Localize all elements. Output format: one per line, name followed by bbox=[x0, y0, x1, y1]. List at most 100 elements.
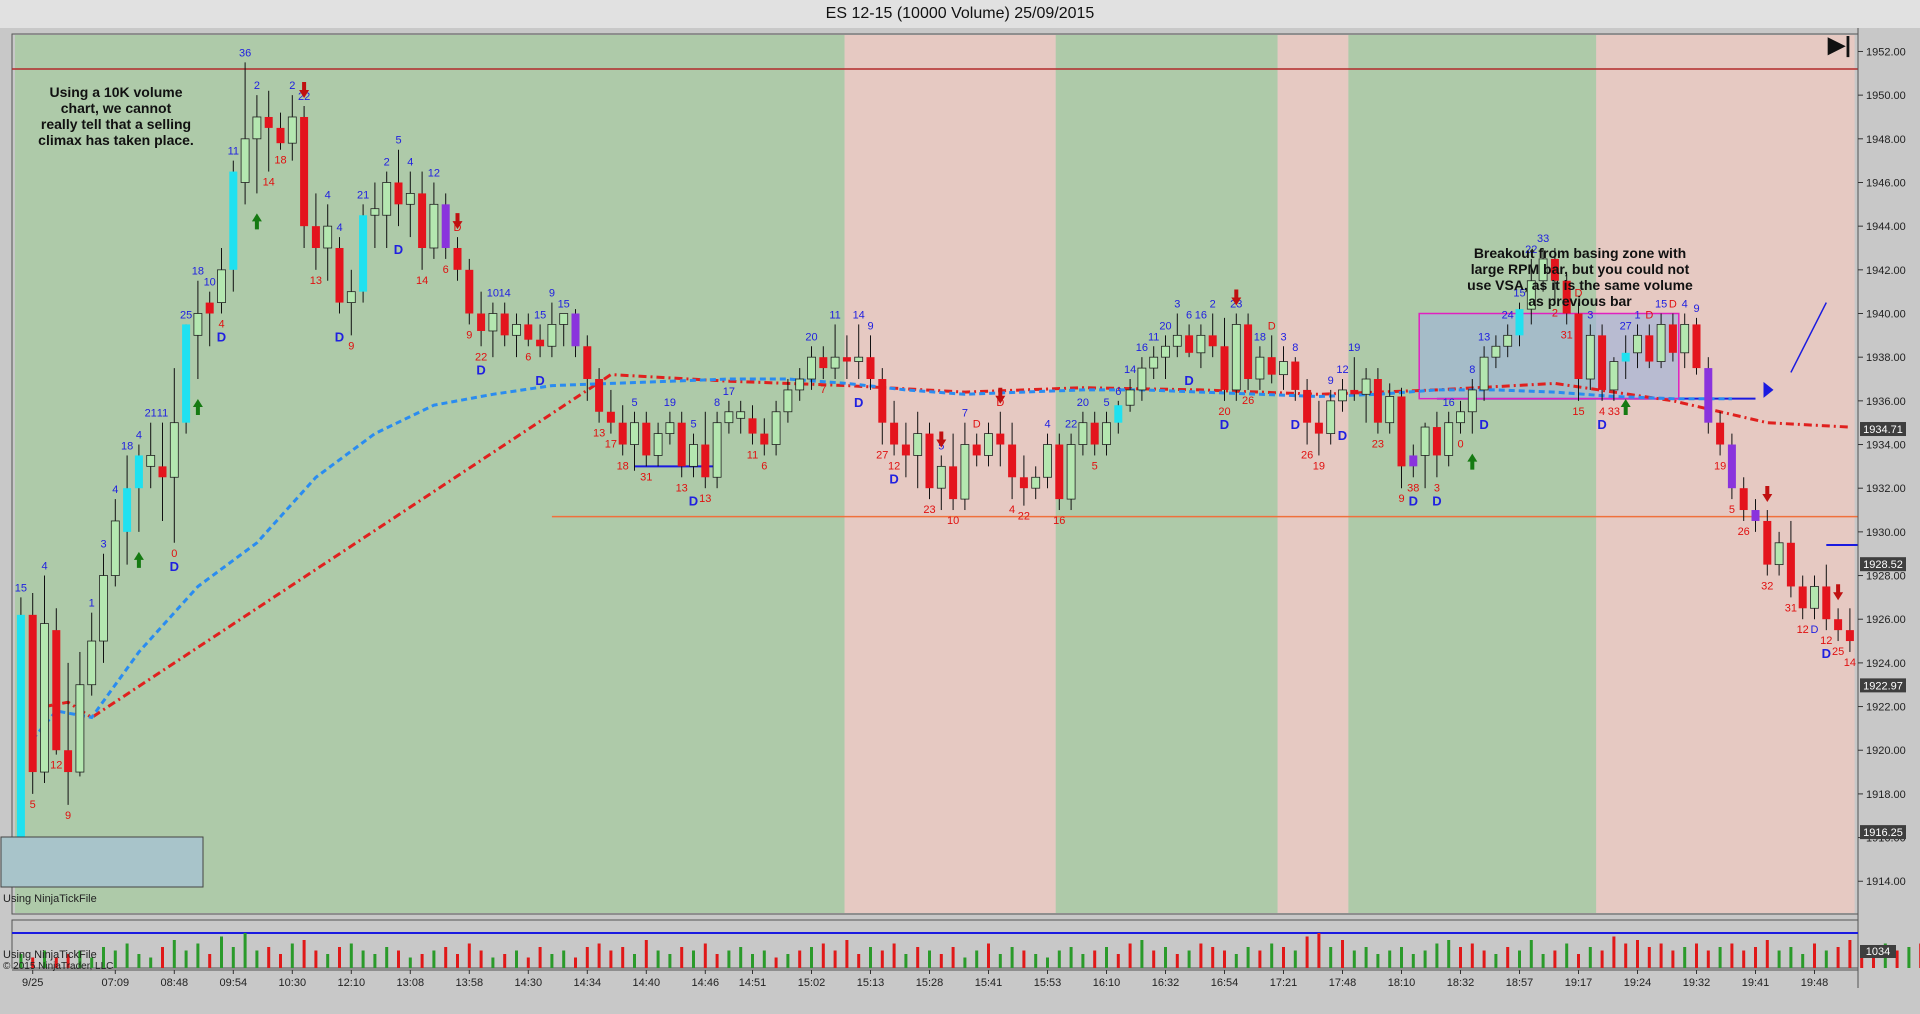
bar-label-top: D bbox=[973, 419, 981, 431]
bar-label-top: 11 bbox=[1148, 331, 1159, 343]
session-zone bbox=[1277, 35, 1349, 913]
volume-bar bbox=[149, 957, 153, 968]
time-tick-label: 15:28 bbox=[916, 977, 944, 989]
time-tick-label: 18:32 bbox=[1447, 977, 1475, 989]
bar-label-top: 5 bbox=[395, 135, 401, 147]
volume-bar bbox=[420, 954, 424, 968]
candle-body bbox=[1585, 334, 1595, 380]
time-tick-label: 14:30 bbox=[515, 977, 543, 989]
candle-body bbox=[1668, 324, 1677, 353]
time-tick-label: 07:09 bbox=[102, 977, 130, 989]
volume-bar bbox=[1211, 947, 1215, 968]
volume-bar bbox=[349, 943, 353, 968]
bar-label-top: 12 bbox=[1336, 364, 1348, 376]
candle-body bbox=[890, 422, 899, 445]
bar-label-top: 8 bbox=[714, 397, 720, 409]
volume-bar bbox=[963, 957, 967, 968]
price-tick-label: 1944.00 bbox=[1866, 221, 1906, 233]
price-tag-label: 1928.52 bbox=[1863, 559, 1903, 571]
bar-label-top: 3 bbox=[1280, 331, 1286, 343]
candle-body bbox=[1102, 422, 1111, 445]
signal-d-label: D bbox=[394, 242, 403, 257]
bar-label-bottom: 26 bbox=[1738, 526, 1750, 538]
volume-bar bbox=[255, 950, 259, 968]
bar-label-bottom: D bbox=[1811, 624, 1819, 636]
candle-body bbox=[1432, 427, 1441, 456]
bar-label-bottom: 31 bbox=[640, 471, 652, 483]
signal-d-label: D bbox=[1432, 493, 1441, 508]
candle-body bbox=[524, 324, 533, 340]
volume-bar bbox=[1057, 950, 1061, 968]
price-tick-label: 1928.00 bbox=[1866, 571, 1906, 583]
bar-label-top: 16 bbox=[1443, 397, 1455, 409]
bar-label-bottom: 5 bbox=[1729, 504, 1735, 516]
price-tick-label: 1934.00 bbox=[1866, 440, 1906, 452]
candle-body bbox=[346, 291, 356, 303]
candle-body bbox=[1798, 586, 1807, 609]
signal-d-label: D bbox=[476, 362, 485, 377]
candle-body bbox=[252, 116, 262, 140]
candle-body bbox=[972, 444, 981, 456]
volume-bar bbox=[869, 947, 872, 968]
candle-body bbox=[87, 640, 97, 686]
candle-body bbox=[878, 379, 887, 423]
volume-bar bbox=[1034, 954, 1038, 968]
bar-label-top: 14 bbox=[499, 288, 511, 300]
volume-bar bbox=[326, 954, 330, 968]
volume-bar bbox=[1518, 950, 1521, 968]
price-tick-label: 1930.00 bbox=[1866, 527, 1906, 539]
bar-label-bottom: 19 bbox=[1313, 460, 1325, 472]
candle-body bbox=[760, 433, 769, 445]
price-tick-label: 1918.00 bbox=[1866, 789, 1906, 801]
candle-body bbox=[335, 247, 344, 303]
bar-label-bottom: 12 bbox=[1797, 624, 1809, 636]
note-right-line: as previous bar bbox=[1528, 293, 1632, 309]
volume-panel[interactable]: 1034 bbox=[11, 919, 1920, 969]
time-tick-label: 12:10 bbox=[338, 977, 366, 989]
signal-d-label: D bbox=[1409, 493, 1418, 508]
price-chart[interactable]: 155412913418421110D2518104D1136214182221… bbox=[0, 28, 1920, 1014]
bar-label-bottom: 23 bbox=[923, 504, 935, 516]
candle-body bbox=[1019, 477, 1028, 489]
signal-d-label: D bbox=[889, 471, 898, 486]
volume-bar bbox=[939, 954, 943, 968]
candle-body bbox=[287, 116, 297, 144]
bar-label-top: 3 bbox=[1174, 299, 1180, 311]
time-tick-label: 15:13 bbox=[857, 977, 885, 989]
price-tag-label: 1922.97 bbox=[1863, 680, 1903, 692]
scroll-to-end-button[interactable]: ▶| bbox=[1827, 32, 1851, 57]
candle-body bbox=[1716, 422, 1725, 445]
volume-bar bbox=[1376, 954, 1380, 968]
volume-bar bbox=[1329, 947, 1333, 968]
candle-body bbox=[382, 182, 392, 216]
volume-bar bbox=[1907, 947, 1911, 968]
price-tick-label: 1940.00 bbox=[1866, 309, 1906, 321]
volume-bar bbox=[1246, 947, 1250, 968]
price-tick-label: 1948.00 bbox=[1866, 134, 1906, 146]
source-info-box bbox=[0, 836, 204, 888]
volume-bar bbox=[821, 943, 825, 968]
bar-label-bottom: 13 bbox=[593, 428, 605, 440]
volume-bar bbox=[703, 943, 707, 968]
time-tick-label: 19:24 bbox=[1624, 977, 1652, 989]
candle-body bbox=[1774, 542, 1784, 566]
candle-body bbox=[1786, 542, 1795, 587]
candle-body bbox=[169, 422, 179, 478]
candle-body bbox=[1338, 389, 1347, 402]
time-tick-label: 15:41 bbox=[975, 977, 1003, 989]
bar-label-top: 36 bbox=[239, 47, 251, 59]
bar-label-bottom: 33 bbox=[1608, 406, 1620, 418]
bar-label-top: 7 bbox=[962, 408, 968, 420]
volume-bar bbox=[1671, 950, 1675, 968]
volume-bar bbox=[739, 947, 743, 968]
bar-label-top: 15 bbox=[15, 582, 27, 594]
time-tick-label: 14:40 bbox=[633, 977, 661, 989]
time-tick-label: 13:08 bbox=[397, 977, 425, 989]
candle-body bbox=[653, 433, 663, 456]
volume-bar bbox=[1588, 947, 1592, 968]
signal-d-label: D bbox=[689, 493, 698, 508]
price-axis[interactable]: 1952.00 1950.00 1948.00 1946.00 1944.00 1942.… bbox=[1857, 28, 1920, 1014]
volume-bar bbox=[196, 943, 200, 968]
candle-body bbox=[394, 182, 403, 205]
volume-bar bbox=[1836, 947, 1840, 968]
